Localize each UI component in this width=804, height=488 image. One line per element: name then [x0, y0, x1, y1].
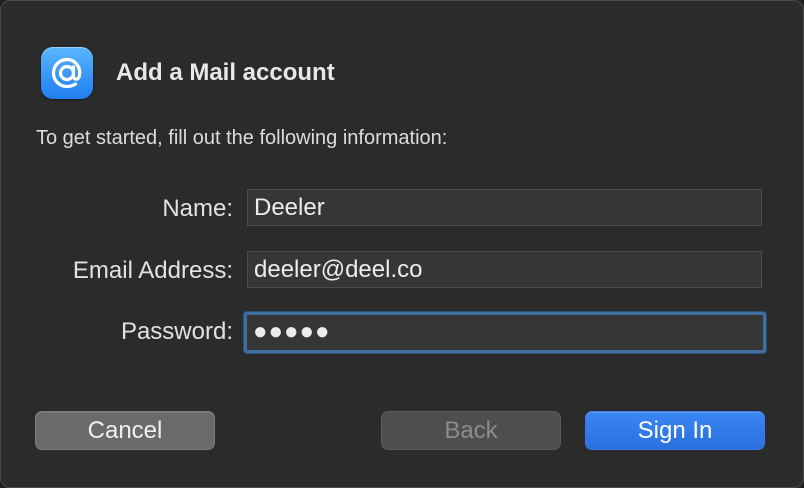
- add-mail-account-dialog: Add a Mail account To get started, fill …: [0, 0, 804, 488]
- at-sign-glyph: [51, 57, 82, 89]
- dialog-title: Add a Mail account: [116, 59, 335, 86]
- password-field[interactable]: ●●●●●: [244, 312, 766, 353]
- cancel-button[interactable]: Cancel: [35, 411, 215, 450]
- dialog-instructions: To get started, fill out the following i…: [36, 127, 448, 149]
- email-address-label: Email Address:: [72, 257, 233, 284]
- password-label: Password:: [120, 318, 233, 345]
- name-label: Name:: [162, 195, 233, 222]
- name-field[interactable]: Deeler: [247, 189, 762, 226]
- at-sign-icon: [41, 47, 93, 99]
- email-address-field[interactable]: deeler@deel.co: [247, 251, 762, 288]
- sign-in-button[interactable]: Sign In: [585, 411, 765, 450]
- back-button[interactable]: Back: [381, 411, 561, 450]
